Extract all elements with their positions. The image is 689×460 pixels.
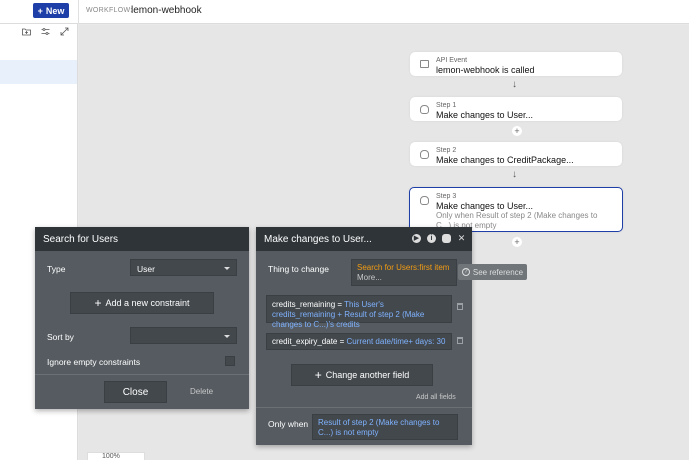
close-icon[interactable]: ✕ [457,234,466,243]
new-button[interactable]: + New [33,3,69,18]
folder-plus-icon[interactable] [22,27,31,36]
step-label: Step 1 [436,102,457,109]
topbar-divider [78,0,79,24]
add-constraint-label: Add a new constraint [105,298,190,308]
thing-value: Search for Users:first item [357,263,450,272]
see-reference-button[interactable]: ? See reference [458,264,527,280]
add-constraint-button[interactable]: + Add a new constraint [70,292,214,314]
field-eq: = [339,337,345,346]
field-eq: = [337,300,343,309]
panel-header-icons: ▶ i ✕ [412,234,466,243]
ignore-empty-label: Ignore empty constraints [47,357,141,367]
arrow-down-icon: ↓ [512,169,517,180]
chevron-down-icon [224,335,230,338]
chevron-down-icon [224,267,230,270]
sidebar-toolbar [22,27,69,36]
sliders-icon[interactable] [41,27,50,36]
sidebar-selected-item[interactable] [0,60,77,84]
change-another-field-button[interactable]: + Change another field [291,364,433,386]
api-event-icon [420,60,429,68]
ignore-empty-checkbox[interactable] [225,356,235,366]
info-icon[interactable]: i [427,234,436,243]
plus-icon: + [94,296,102,310]
trash-icon[interactable] [457,303,463,310]
panel-title[interactable]: Search for Users [35,227,249,251]
database-icon [420,196,429,205]
see-reference-label: See reference [472,267,524,277]
workflow-label: WORKFLOW: [86,7,133,14]
delete-link[interactable]: Delete [190,387,213,396]
zoom-control[interactable]: 100% [87,452,145,460]
make-changes-panel: Make changes to User... ▶ i ✕ Thing to c… [256,227,472,445]
only-when-label: Only when [268,419,309,429]
event-step-label: API Event [436,57,468,64]
sort-by-select[interactable] [130,327,237,344]
step-label: Step 3 [436,193,457,200]
new-button-label: New [45,5,65,16]
more-link[interactable]: More... [357,273,382,282]
workflow-name[interactable]: lemon-webhook [131,5,202,16]
step-title: Make changes to User... [436,110,534,120]
event-title: lemon-webhook is called [436,65,535,75]
add-all-fields-link[interactable]: Add all fields [416,394,456,401]
event-card[interactable]: API Event lemon-webhook is called [410,52,622,76]
field-row[interactable]: credit_expiry_date = Current date/time+ … [266,333,452,350]
expand-icon[interactable] [60,27,69,36]
database-icon [420,105,429,114]
type-value: User [137,264,155,274]
close-button[interactable]: Close [104,381,167,403]
step-card-3[interactable]: Step 3 Make changes to User... Only when… [409,187,623,232]
field-value: Current date/time+ days: 30 [346,337,446,346]
play-icon[interactable]: ▶ [412,234,421,243]
panel-divider [35,374,249,375]
question-icon: ? [461,268,470,276]
field-name: credit_expiry_date [272,337,338,346]
step-card-2[interactable]: Step 2 Make changes to CreditPackage... [410,142,622,166]
top-bar: + New WORKFLOW: lemon-webhook [0,0,689,24]
thing-to-change-field[interactable]: Search for Users:first item More... [351,259,457,286]
plus-icon: + [37,5,43,16]
step-label: Step 2 [436,147,457,154]
type-select[interactable]: User [130,259,237,276]
comment-icon[interactable] [442,234,451,243]
only-when-field[interactable]: Result of step 2 (Make changes to C...) … [312,414,458,440]
field-row[interactable]: credits_remaining = This User's credits_… [266,295,452,329]
step-title: Make changes to User... [436,201,534,211]
add-step-icon[interactable]: + [512,126,522,136]
search-for-users-panel: Search for Users Type User + Add a new c… [35,227,249,409]
only-when-value: Result of step 2 (Make changes to C...) … [318,418,440,437]
field-name: credits_remaining [272,300,336,309]
type-label: Type [47,264,66,274]
add-step-icon[interactable]: + [512,237,522,247]
panel-divider [256,407,472,408]
thing-to-change-label: Thing to change [268,264,329,274]
zoom-value: 100% [102,453,120,460]
trash-icon[interactable] [457,337,463,344]
plus-icon: + [314,368,322,382]
database-icon [420,150,429,159]
change-another-field-label: Change another field [325,370,410,380]
step-title: Make changes to CreditPackage... [436,155,574,165]
close-label: Close [122,386,149,398]
step-card-1[interactable]: Step 1 Make changes to User... [410,97,622,121]
sort-by-label: Sort by [47,332,74,342]
arrow-down-icon: ↓ [512,79,517,90]
